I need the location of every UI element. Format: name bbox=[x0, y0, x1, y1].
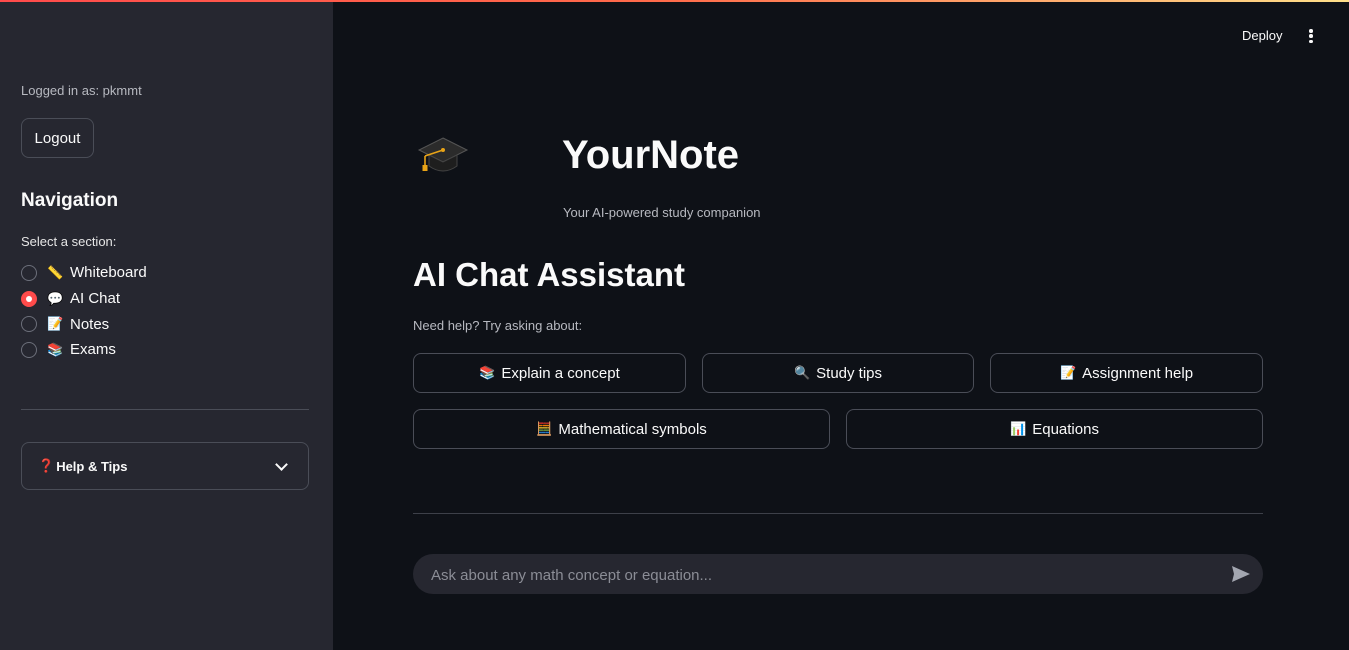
equations-button[interactable]: 📊 Equations bbox=[846, 409, 1263, 449]
assignment-help-button[interactable]: 📝 Assignment help bbox=[990, 353, 1263, 393]
books-icon: 📚 bbox=[479, 365, 496, 380]
radio-option-notes[interactable]: 📝 Notes bbox=[21, 311, 147, 337]
books-icon: 📚 bbox=[47, 341, 64, 357]
main-divider bbox=[413, 513, 1263, 514]
memo-icon: 📝 bbox=[1059, 365, 1077, 380]
radio-option-whiteboard[interactable]: 📏 Whiteboard bbox=[21, 260, 147, 286]
study-tips-button[interactable]: 🔍 Study tips bbox=[702, 353, 974, 393]
chat-input-container bbox=[413, 554, 1263, 596]
radio-label: AI Chat bbox=[70, 290, 121, 308]
button-label: Explain a concept bbox=[501, 364, 620, 382]
sidebar: Logged in as: pkmmt Logout Navigation Se… bbox=[0, 0, 333, 650]
speech-bubble-icon: 💬 bbox=[47, 290, 64, 306]
magnifier-icon: 🔍 bbox=[793, 365, 811, 380]
ruler-icon: 📏 bbox=[47, 264, 64, 280]
chevron-down-icon bbox=[275, 457, 288, 471]
radio-label: Notes bbox=[70, 315, 110, 333]
help-tips-expander[interactable]: ❓ Help & Tips bbox=[21, 442, 309, 490]
sidebar-divider bbox=[21, 409, 309, 410]
button-label: Equations bbox=[1032, 420, 1099, 438]
section-select-label: Select a section: bbox=[21, 234, 117, 249]
section-radio-group: 📏 Whiteboard 💬 AI Chat 📝 Notes 📚 Exams bbox=[21, 260, 147, 363]
bar-chart-icon: 📊 bbox=[1010, 421, 1027, 436]
abacus-icon: 🧮 bbox=[536, 421, 553, 436]
radio-button-selected[interactable] bbox=[21, 290, 37, 307]
chat-heading: AI Chat Assistant bbox=[413, 256, 685, 293]
button-label: Mathematical symbols bbox=[558, 420, 707, 438]
radio-label: Exams bbox=[70, 341, 116, 359]
kebab-menu-icon[interactable] bbox=[1303, 26, 1319, 46]
radio-button[interactable] bbox=[21, 264, 37, 281]
top-accent-bar bbox=[0, 0, 1349, 2]
radio-button[interactable] bbox=[21, 316, 37, 333]
memo-icon: 📝 bbox=[47, 316, 64, 332]
radio-option-ai-chat[interactable]: 💬 AI Chat bbox=[21, 286, 147, 312]
radio-option-exams[interactable]: 📚 Exams bbox=[21, 337, 147, 363]
logged-in-text: Logged in as: pkmmt bbox=[21, 83, 142, 98]
button-label: Study tips bbox=[816, 364, 883, 382]
logout-button[interactable]: Logout bbox=[21, 118, 94, 158]
send-icon[interactable] bbox=[1230, 564, 1252, 584]
graduation-cap-icon bbox=[417, 137, 469, 172]
math-symbols-button[interactable]: 🧮 Mathematical symbols bbox=[413, 409, 830, 449]
radio-button[interactable] bbox=[21, 341, 37, 358]
app-subtitle: Your AI-powered study companion bbox=[563, 205, 761, 220]
help-tips-label: Help & Tips bbox=[56, 458, 128, 474]
explain-concept-button[interactable]: 📚 Explain a concept bbox=[413, 353, 686, 393]
button-label: Assignment help bbox=[1082, 364, 1194, 382]
radio-label: Whiteboard bbox=[70, 264, 147, 282]
question-mark-icon: ❓ bbox=[38, 458, 55, 473]
chat-input[interactable] bbox=[429, 554, 1223, 596]
help-prompt-text: Need help? Try asking about: bbox=[413, 318, 583, 333]
navigation-heading: Navigation bbox=[21, 190, 119, 211]
deploy-button[interactable]: Deploy bbox=[1242, 28, 1282, 43]
app-title: YourNote bbox=[562, 133, 740, 177]
